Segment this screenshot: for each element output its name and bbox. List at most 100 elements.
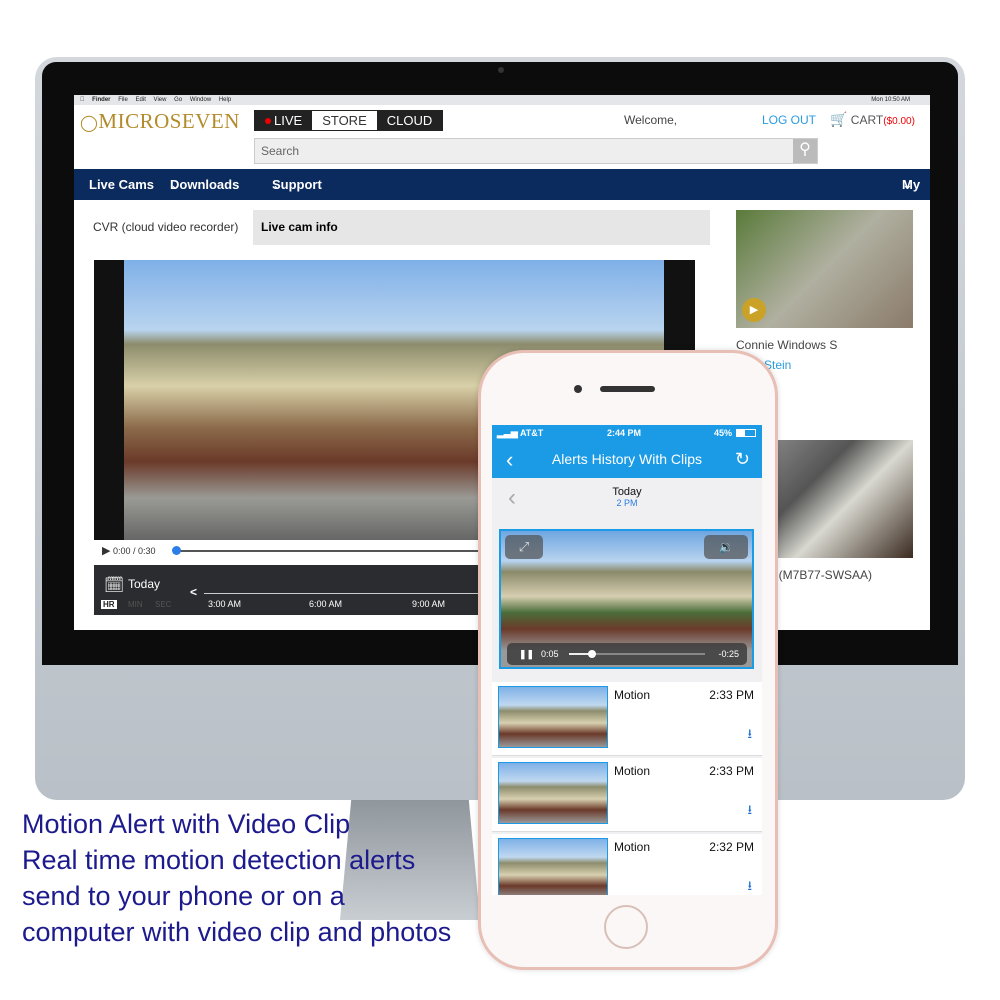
battery-level: 45% [713, 428, 732, 438]
alert-type: Motion [614, 840, 651, 854]
alert-thumbnail[interactable] [498, 838, 608, 895]
date-label: Today [612, 486, 642, 498]
volume-icon[interactable]: 🔉 [704, 535, 748, 559]
camera-name[interactable]: am(M7B77-SWSAA) [762, 568, 872, 582]
tick-label: 6:00 AM [309, 599, 343, 609]
timeline-day: Today [128, 577, 161, 591]
tick-label: 3:00 AM [208, 599, 242, 609]
app-header: ‹ Alerts History With Clips ↻ [492, 441, 762, 478]
tick-label: 9:00 AM [412, 599, 446, 609]
front-camera-icon [574, 385, 582, 393]
seek-handle[interactable] [172, 546, 181, 555]
menu-help[interactable]: Help [219, 97, 231, 103]
caption-line: send to your phone or on a [22, 881, 345, 911]
alert-item[interactable]: Motion 2:32 PM ⭳ [492, 834, 762, 895]
cart-link[interactable]: 🛒 CART($0.00) [830, 111, 915, 128]
camera-name[interactable]: Connie Windows S [736, 338, 837, 352]
unit-min[interactable]: MIN [128, 600, 143, 609]
clip-controls: ❚❚ 0:05 -0:25 [507, 643, 747, 665]
alert-item[interactable]: Motion 2:33 PM ⭳ [492, 682, 762, 756]
calendar-icon[interactable]: 🗓 [104, 575, 124, 595]
alert-type: Motion [614, 764, 651, 778]
logout-link[interactable]: LOG OUT [762, 113, 816, 127]
download-icon[interactable]: ⭳ [747, 877, 752, 895]
search-placeholder: Search [261, 144, 300, 158]
clip-player[interactable]: ⤢ 🔉 ❚❚ 0:05 -0:25 [499, 529, 754, 669]
menu-finder[interactable]: Finder [92, 97, 110, 103]
chevron-down-icon: ⌄ [170, 177, 181, 192]
signal-icon: ▂▃▅ [497, 428, 518, 438]
clip-elapsed: 0:05 [541, 649, 559, 659]
microseven-logo[interactable]: ◯MICROSEVEN [80, 109, 240, 134]
download-icon[interactable]: ⭳ [747, 725, 752, 747]
alert-thumbnail[interactable] [498, 686, 608, 748]
tab-cvr[interactable]: CVR (cloud video recorder) [78, 210, 254, 245]
nav-live-cams[interactable]: Live Cams [89, 169, 154, 200]
menu-window[interactable]: Window [190, 97, 211, 103]
search-icon[interactable]: ⚲ [793, 139, 817, 163]
alert-item[interactable]: Motion 2:33 PM ⭳ [492, 758, 762, 832]
logo-pin-icon: ◯ [80, 115, 99, 132]
caption-line: Real time motion detection alerts [22, 845, 416, 875]
date-selector: ‹ Today 2 PM [492, 478, 762, 520]
menu-go[interactable]: Go [174, 97, 182, 103]
battery-icon [736, 429, 756, 437]
alert-thumbnail[interactable] [498, 762, 608, 824]
site-switcher: LIVE STORE CLOUD [254, 110, 444, 131]
timeline-prev-icon[interactable]: < [190, 585, 197, 599]
cart-label: CART [850, 113, 884, 127]
unit-hr[interactable]: HR [101, 600, 117, 609]
alert-time: 2:33 PM [709, 764, 754, 778]
cart-amount: ($0.00) [883, 116, 915, 127]
store-button[interactable]: STORE [312, 111, 377, 130]
marketing-caption: Motion Alert with Video Clip Real time m… [22, 806, 451, 950]
live-label: LIVE [274, 113, 303, 128]
apple-icon[interactable]:  [80, 97, 85, 103]
live-button[interactable]: LIVE [255, 111, 313, 130]
status-time: 2:44 PM [607, 428, 642, 438]
back-icon[interactable]: ‹ [506, 441, 513, 478]
phone-screen: ▂▃▅ AT&T 2:44 PM 45% ‹ Alerts History Wi… [492, 425, 762, 895]
speaker-grille [600, 386, 655, 392]
chevron-down-icon: ⌄ [902, 177, 913, 192]
chevron-down-icon: ⌄ [272, 177, 283, 192]
alert-time: 2:32 PM [709, 840, 754, 854]
pause-icon[interactable]: ❚❚ [519, 643, 534, 665]
cart-icon: 🛒 [830, 111, 848, 127]
camera-thumbnail[interactable]: ▶ [736, 210, 913, 328]
tab-bar: CVR (cloud video recorder) Live cam info [78, 210, 710, 245]
cloud-button[interactable]: CLOUD [376, 111, 443, 130]
caption-line: computer with video clip and photos [22, 917, 452, 947]
screen-title: Alerts History With Clips [551, 451, 703, 467]
mac-menu-bar:  Finder File Edit View Go Window Help M… [74, 95, 930, 105]
download-icon[interactable]: ⭳ [747, 801, 752, 823]
clip-remaining: -0:25 [718, 649, 739, 659]
clip-seek-handle[interactable] [588, 650, 597, 658]
alert-type: Motion [614, 688, 651, 702]
logo-text: MICROSEVEN [98, 109, 240, 133]
player-time: 0:00 / 0:30 [112, 546, 156, 556]
search-input[interactable]: Search ⚲ [254, 138, 818, 164]
carrier: AT&T [519, 428, 544, 438]
menu-clock[interactable]: Mon 10:50 AM [871, 95, 910, 105]
caption-line: Motion Alert with Video Clip [22, 809, 351, 839]
welcome-text: Welcome, [624, 113, 678, 127]
play-icon[interactable]: ▶ [102, 545, 110, 557]
menu-view[interactable]: View [154, 97, 167, 103]
alert-time: 2:33 PM [709, 688, 754, 702]
play-icon[interactable]: ▶ [742, 298, 766, 322]
menu-file[interactable]: File [118, 97, 128, 103]
status-bar: ▂▃▅ AT&T 2:44 PM 45% [492, 425, 762, 441]
webcam-icon [498, 67, 504, 73]
main-nav: Live Cams Downloads ⌄ Support ⌄ My Camer… [74, 169, 930, 223]
refresh-icon[interactable]: ↻ [735, 441, 750, 478]
tab-live-cam-info[interactable]: Live cam info [246, 210, 353, 245]
home-button[interactable] [604, 905, 648, 949]
fullscreen-icon[interactable]: ⤢ [505, 535, 543, 559]
hour-label[interactable]: 2 PM [492, 498, 762, 508]
unit-sec[interactable]: SEC [155, 600, 171, 609]
prev-date-icon[interactable]: ‹ [508, 484, 516, 512]
live-dot-icon [265, 118, 271, 124]
site-header: ◯MICROSEVEN LIVE STORE CLOUD Welcome, LO… [74, 105, 930, 169]
menu-edit[interactable]: Edit [136, 97, 146, 103]
